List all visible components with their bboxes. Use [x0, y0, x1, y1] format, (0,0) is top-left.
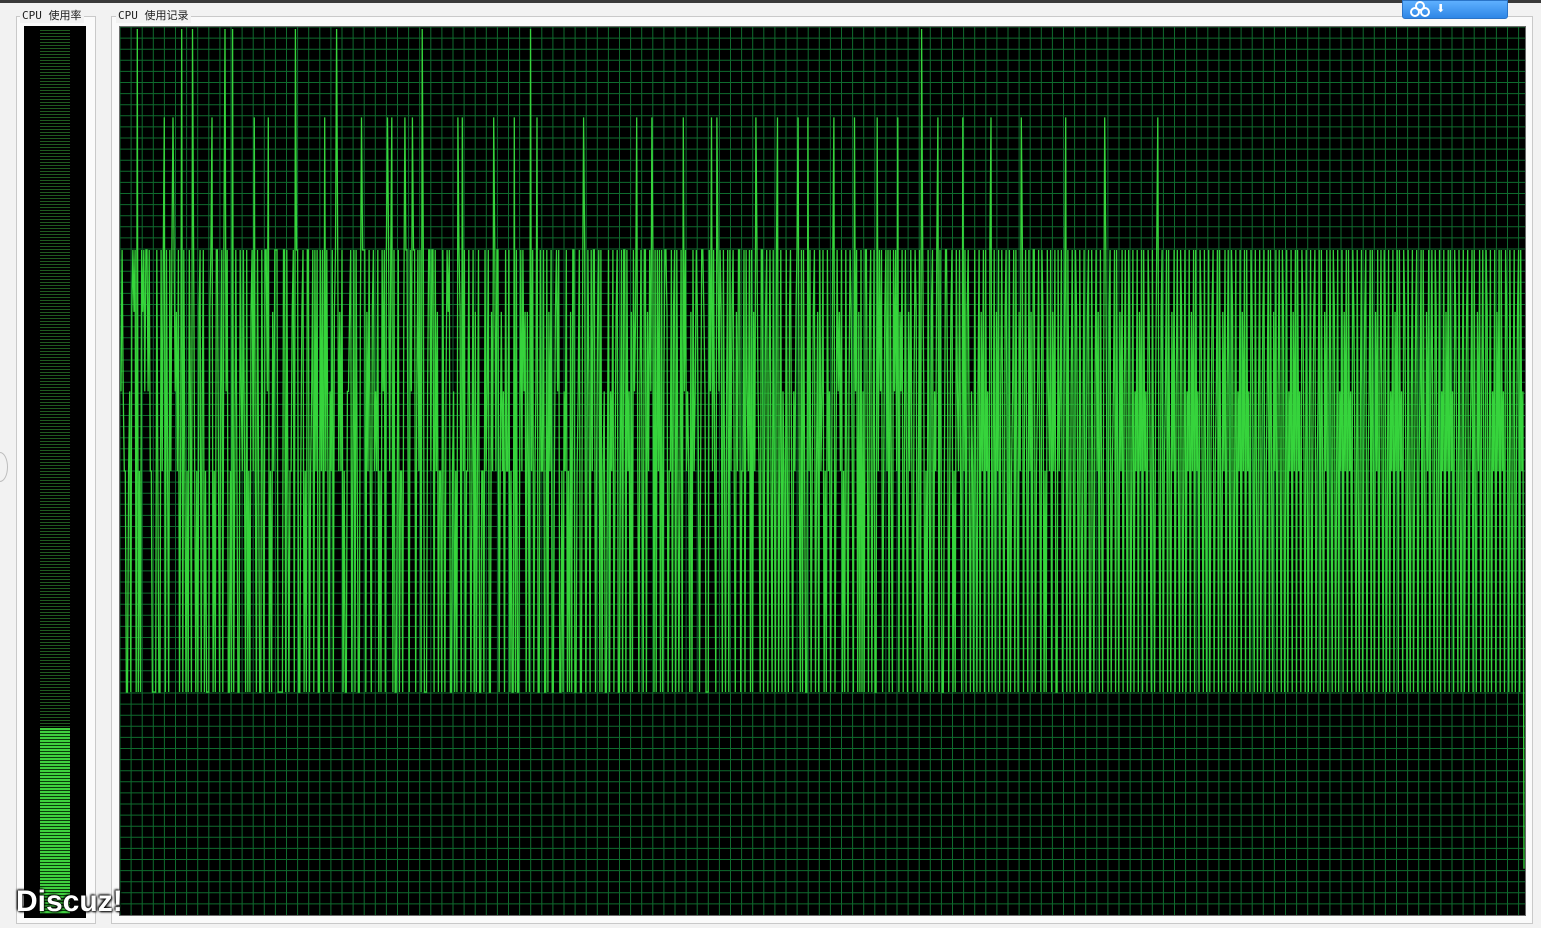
cpu-usage-meter — [24, 26, 86, 918]
cpu-history-label: CPU 使用记录 — [116, 9, 191, 23]
cloud-icon — [1410, 1, 1430, 17]
cpu-history-graph — [119, 26, 1526, 916]
cpu-history-svg — [120, 27, 1525, 915]
cpu-usage-label: CPU 使用率 — [20, 9, 84, 23]
discuz-watermark: Discuz! — [16, 885, 123, 918]
collapse-handle[interactable] — [0, 452, 8, 482]
download-arrow-icon: ⬇ — [1436, 2, 1446, 15]
window-top-border — [0, 0, 1541, 3]
cloud-download-button[interactable]: ⬇ — [1402, 0, 1508, 19]
